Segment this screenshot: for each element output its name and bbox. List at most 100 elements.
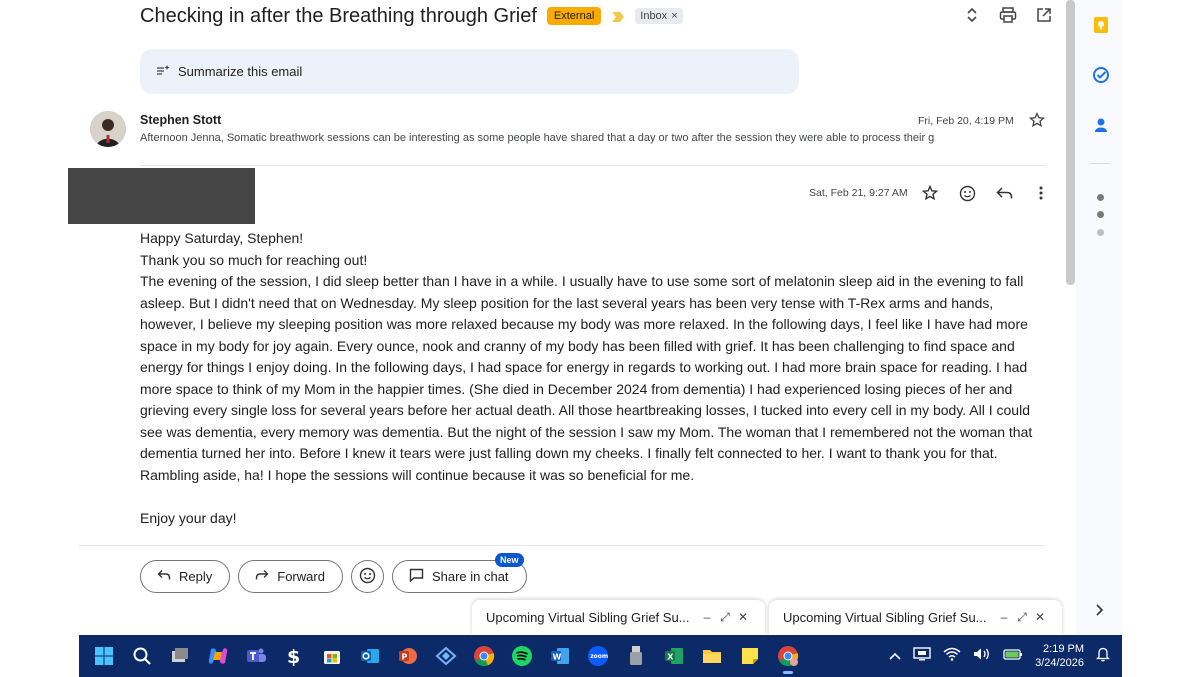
forward-icon [255,569,269,584]
importance-marker-icon[interactable] [611,10,625,22]
ms-store-icon[interactable] [317,641,347,671]
file-explorer-icon[interactable] [697,641,727,671]
emoji-icon [359,567,376,587]
share-in-chat-label: Share in chat [431,569,509,584]
body-closing: Enjoy your day! [140,509,237,526]
vpn-icon[interactable] [431,641,461,671]
close-icon[interactable]: ✕ [738,610,748,625]
excel-icon[interactable]: X [659,641,689,671]
sender-avatar[interactable] [90,111,126,147]
reply-actions: Reply Forward Share in chat New [140,553,527,593]
notification-bell-icon[interactable] [1095,646,1111,667]
contacts-icon[interactable] [1091,115,1111,135]
chat-popup[interactable]: Upcoming Virtual Sibling Grief Su... ‒ ⤢… [472,600,765,635]
spotify-icon[interactable] [507,641,537,671]
keep-icon[interactable] [1091,15,1111,35]
chevron-right-icon[interactable] [1094,603,1104,619]
body-paragraph: The evening of the session, I did sleep … [140,273,1033,461]
reply-divider [79,545,1046,546]
popout-icon[interactable]: ⤢ [1017,610,1027,625]
email-subject-bar: Checking in after the Breathing through … [140,4,683,28]
addon-icon[interactable] [1097,211,1104,218]
more-options-icon[interactable] [1031,183,1051,203]
chat-popup-title[interactable]: Upcoming Virtual Sibling Grief Su... [783,610,993,625]
battery-icon[interactable] [1003,647,1023,666]
left-gutter [0,0,79,677]
side-panel [1076,0,1122,635]
message-divider [140,165,1046,166]
chrome-icon[interactable] [469,641,499,671]
taskbar-apps: $ P W zoom X [89,641,803,674]
summarize-label: Summarize this email [178,64,303,79]
chat-popup[interactable]: Upcoming Virtual Sibling Grief Su... ‒ ⤢… [769,600,1062,635]
tasks-icon[interactable] [1091,65,1111,85]
message-sender[interactable]: Stephen Stott [140,113,221,127]
print-icon[interactable] [999,6,1017,24]
clock-date: 3/24/2026 [1035,657,1084,669]
scrollbar-thumb[interactable] [1066,0,1075,285]
display-icon[interactable] [913,646,931,666]
body-paragraph: Rambling aside, ha! I hope the sessions … [140,466,695,483]
addon-icon[interactable] [1097,229,1104,236]
windows-start-icon[interactable] [89,641,119,671]
email-subject: Checking in after the Breathing through … [140,4,537,27]
summarize-email-button[interactable]: Summarize this email [140,49,799,94]
word-icon[interactable]: W [545,641,575,671]
new-badge: New [495,553,524,567]
minimize-icon[interactable]: ‒ [702,610,712,625]
chevron-up-icon[interactable] [889,647,901,665]
star-icon[interactable] [920,183,940,203]
external-badge: External [546,7,602,25]
sticky-notes-icon[interactable] [735,641,765,671]
star-icon[interactable] [1028,111,1047,130]
right-gutter [1122,0,1200,677]
dollar-app-icon[interactable]: $ [279,641,309,671]
body-paragraph: Thank you so much for reaching out! [140,251,368,268]
chat-bubble-icon [409,568,424,585]
reply-button[interactable]: Reply [140,560,231,593]
close-icon[interactable]: ✕ [1035,610,1045,625]
expand-collapse-icon[interactable] [963,6,981,24]
message-body: Happy Saturday, Stephen! Thank you so mu… [140,228,1045,529]
open-message-actions [920,183,1051,203]
minimize-icon[interactable]: ‒ [999,610,1009,625]
search-icon[interactable] [127,641,157,671]
reply-icon [157,569,171,584]
inbox-label-chip[interactable]: Inbox × [635,8,683,24]
volume-icon[interactable] [973,647,991,666]
sparkle-list-icon [156,64,170,79]
remove-label-icon[interactable]: × [671,10,677,22]
side-panel-divider [1090,163,1110,164]
system-clock[interactable]: 2:19 PM 3/24/2026 [1035,642,1084,670]
usb-device-icon[interactable] [621,641,651,671]
copilot-icon[interactable] [203,641,233,671]
forward-button[interactable]: Forward [238,560,343,593]
task-view-icon[interactable] [165,641,195,671]
chrome-active-icon[interactable] [773,641,803,674]
svg-text:$: $ [287,646,300,667]
wifi-icon[interactable] [943,647,961,666]
body-paragraph: Happy Saturday, Stephen! [140,230,304,246]
zoom-icon[interactable]: zoom [583,641,613,671]
teams-icon[interactable] [241,641,271,671]
add-reaction-icon[interactable] [957,183,977,203]
system-tray: 2:19 PM 3/24/2026 [889,635,1111,677]
reply-icon[interactable] [994,183,1014,203]
svg-text:zoom: zoom [590,653,608,660]
emoji-reaction-button[interactable] [350,560,384,593]
clock-time: 2:19 PM [1043,643,1084,655]
popout-icon[interactable]: ⤢ [720,610,730,625]
open-message-date: Sat, Feb 21, 9:27 AM [809,187,908,199]
addon-icon[interactable] [1097,194,1104,201]
share-in-chat-button[interactable]: Share in chat New [391,553,527,593]
outlook-icon[interactable] [355,641,385,671]
reply-label: Reply [179,569,213,584]
message-snippet[interactable]: Afternoon Jenna, Somatic breathwork sess… [140,132,980,144]
svg-text:P: P [402,653,408,662]
svg-text:W: W [553,653,562,662]
chat-popup-title[interactable]: Upcoming Virtual Sibling Grief Su... [486,610,696,625]
powerpoint-icon[interactable]: P [393,641,423,671]
open-new-window-icon[interactable] [1035,6,1053,24]
message-date: Fri, Feb 20, 4:19 PM [918,115,1014,127]
